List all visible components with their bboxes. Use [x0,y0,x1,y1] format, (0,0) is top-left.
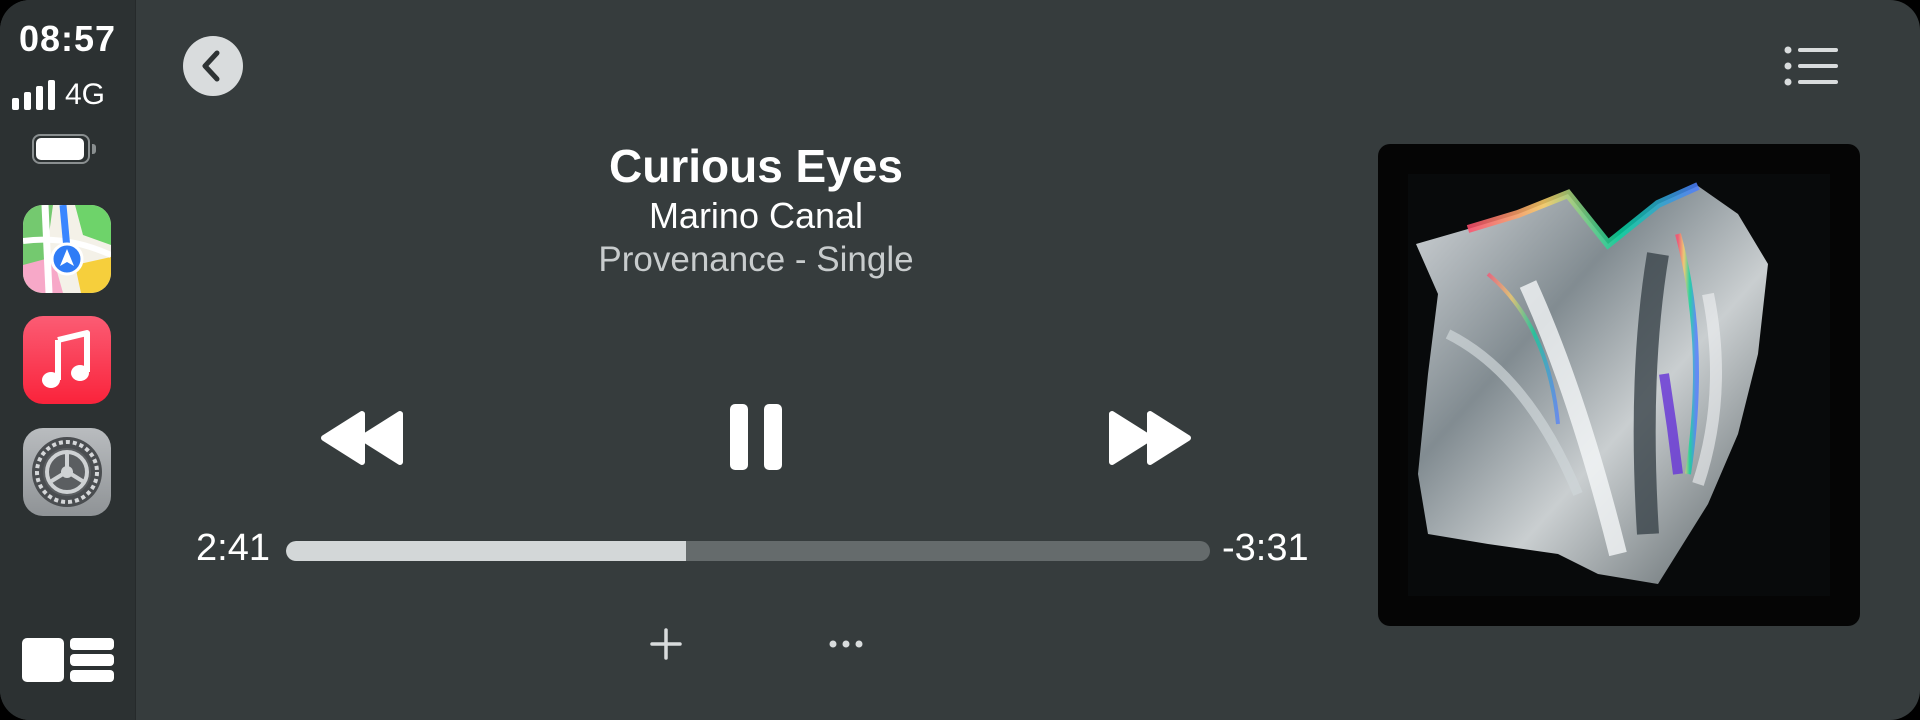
rewind-icon [321,411,403,465]
more-options-button[interactable] [826,634,866,654]
list-icon [1784,46,1838,86]
carplay-screen: 08:57 4G Curious Eyes Marino Canal Prove… [0,0,1920,720]
pause-button[interactable] [726,402,786,472]
status-time: 08:57 [18,18,117,59]
chevron-left-icon [202,50,220,82]
status-network: 4G [12,76,105,110]
battery-icon [32,134,96,164]
fast-forward-button[interactable] [1106,408,1194,468]
fast-forward-icon [1109,411,1191,465]
signal-strength-icon [12,80,55,110]
dashboard-icon[interactable] [22,636,116,684]
settings-app-icon[interactable] [23,428,111,516]
rewind-button[interactable] [318,408,406,468]
back-button[interactable] [183,36,243,96]
maps-app-icon[interactable] [23,205,111,293]
music-app-icon[interactable] [23,316,111,404]
up-next-list-button[interactable] [1784,46,1838,86]
add-to-library-button[interactable] [648,626,684,662]
track-artist[interactable]: Marino Canal [456,194,1056,238]
playback-progress-bar[interactable] [286,541,1210,561]
pause-icon [730,404,782,470]
sidebar: 08:57 4G [0,0,136,720]
network-type: 4G [65,78,106,111]
track-album[interactable]: Provenance - Single [456,238,1056,282]
plus-icon [650,628,682,660]
album-artwork[interactable] [1408,174,1830,596]
track-title: Curious Eyes [609,140,903,192]
ellipsis-icon [829,640,863,648]
remaining-time: -3:31 [1222,527,1309,569]
album-artwork-frame [1378,144,1860,626]
track-info: Curious Eyes Marino Canal Provenance - S… [456,140,1056,282]
elapsed-time: 2:41 [196,527,270,569]
progress-fill [286,541,687,561]
